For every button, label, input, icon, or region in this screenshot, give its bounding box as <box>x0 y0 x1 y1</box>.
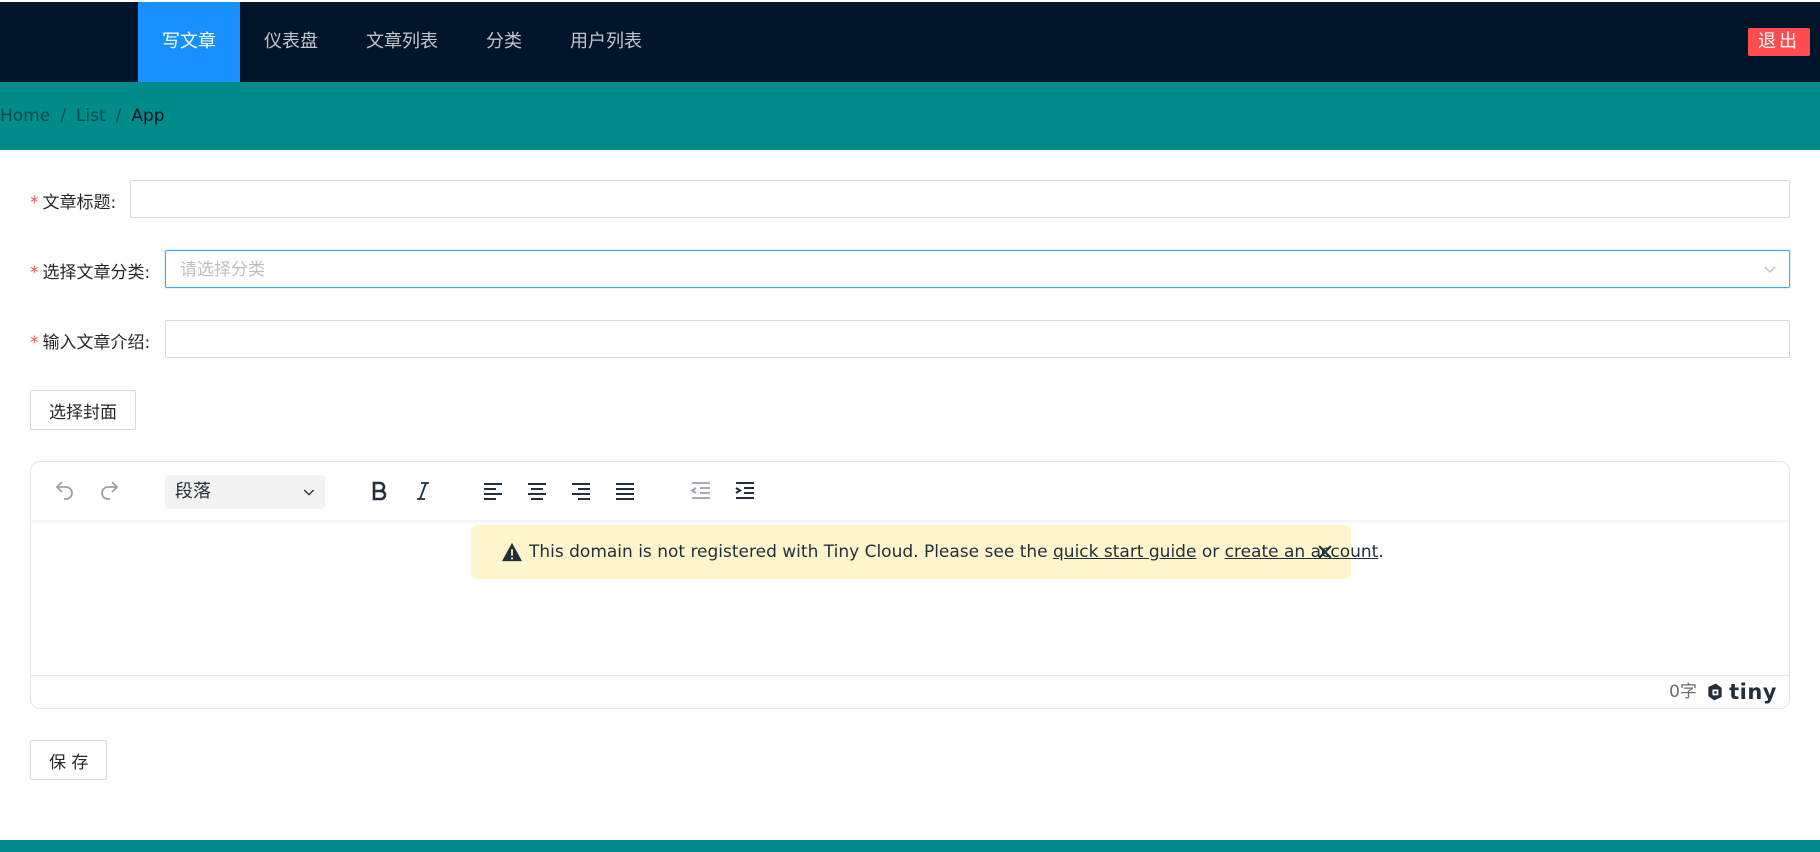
title-input[interactable] <box>131 181 1789 217</box>
block-format-select[interactable]: 段落 <box>165 475 325 509</box>
category-select[interactable]: 请选择分类 <box>165 250 1790 288</box>
title-label: * 文章标题: <box>30 192 117 213</box>
rich-text-editor: 段落 This domain is not registered with Ti… <box>30 461 1790 709</box>
editor-statusbar: 0字 tiny <box>31 675 1789 708</box>
breadcrumb-separator: / <box>115 106 122 126</box>
footer-bar <box>0 840 1820 852</box>
align-justify-icon <box>616 483 634 500</box>
align-justify-button[interactable] <box>609 475 641 507</box>
nav-item-article-list[interactable]: 文章列表 <box>342 2 462 82</box>
indent-button[interactable] <box>729 475 761 507</box>
breadcrumb-bar: Home / List / App <box>0 82 1820 150</box>
editor-toolbar: 段落 <box>31 462 1789 520</box>
notice-message: This domain is not registered with Tiny … <box>529 542 1384 562</box>
title-input-box <box>130 180 1790 218</box>
logout-button[interactable]: 退出 <box>1748 28 1810 56</box>
main-nav: 写文章 仪表盘 文章列表 分类 用户列表 <box>138 2 666 82</box>
intro-label: * 输入文章介绍: <box>30 332 151 353</box>
breadcrumb-current: App <box>131 106 165 126</box>
breadcrumb: Home / List / App <box>0 82 165 150</box>
block-format-value: 段落 <box>175 481 211 502</box>
title-row: * 文章标题: <box>30 180 116 220</box>
category-row: * 选择文章分类: <box>30 250 150 290</box>
breadcrumb-list[interactable]: List <box>76 106 106 126</box>
nav-item-category[interactable]: 分类 <box>462 2 546 82</box>
required-mark: * <box>30 192 39 213</box>
align-right-icon <box>572 483 590 500</box>
breadcrumb-separator: / <box>60 106 66 126</box>
required-mark: * <box>30 332 39 353</box>
redo-button[interactable] <box>93 475 125 507</box>
align-left-icon <box>484 483 502 500</box>
italic-button[interactable] <box>407 475 439 507</box>
chevron-down-icon <box>1764 266 1776 273</box>
tiny-brand-label: tiny <box>1729 680 1777 704</box>
create-account-link[interactable]: create an account <box>1225 542 1379 562</box>
warning-icon <box>502 542 522 562</box>
tiny-logo-icon <box>1708 683 1722 701</box>
choose-cover-button[interactable]: 选择封面 <box>30 390 136 430</box>
outdent-button[interactable] <box>685 475 717 507</box>
top-navbar: 写文章 仪表盘 文章列表 分类 用户列表 退出 <box>0 2 1820 82</box>
category-label: * 选择文章分类: <box>30 262 151 283</box>
tiny-brand[interactable]: tiny <box>1705 680 1777 704</box>
intro-row: * 输入文章介绍: <box>30 320 150 360</box>
intro-input[interactable] <box>166 321 1789 357</box>
intro-input-box <box>165 320 1790 358</box>
italic-icon <box>417 482 429 500</box>
chevron-down-icon <box>303 489 315 496</box>
tiny-cloud-notice: This domain is not registered with Tiny … <box>471 525 1384 579</box>
align-right-button[interactable] <box>565 475 597 507</box>
breadcrumb-home[interactable]: Home <box>0 106 50 126</box>
nav-item-user-list[interactable]: 用户列表 <box>546 2 666 82</box>
undo-button[interactable] <box>49 475 81 507</box>
redo-icon <box>101 481 119 500</box>
outdent-icon <box>690 482 710 499</box>
category-placeholder: 请选择分类 <box>180 260 265 280</box>
undo-icon <box>55 481 73 500</box>
required-mark: * <box>30 262 39 283</box>
align-center-button[interactable] <box>521 475 553 507</box>
nav-item-write-article[interactable]: 写文章 <box>138 2 240 82</box>
save-button[interactable]: 保 存 <box>30 740 108 780</box>
close-icon[interactable] <box>1315 542 1335 562</box>
indent-icon <box>735 482 754 499</box>
bold-icon <box>372 481 387 501</box>
align-center-icon <box>528 483 546 500</box>
quick-start-guide-link[interactable]: quick start guide <box>1053 542 1196 562</box>
align-left-button[interactable] <box>477 475 509 507</box>
nav-item-dashboard[interactable]: 仪表盘 <box>240 2 342 82</box>
word-count[interactable]: 0字 <box>1669 676 1697 708</box>
bold-button[interactable] <box>363 475 395 507</box>
